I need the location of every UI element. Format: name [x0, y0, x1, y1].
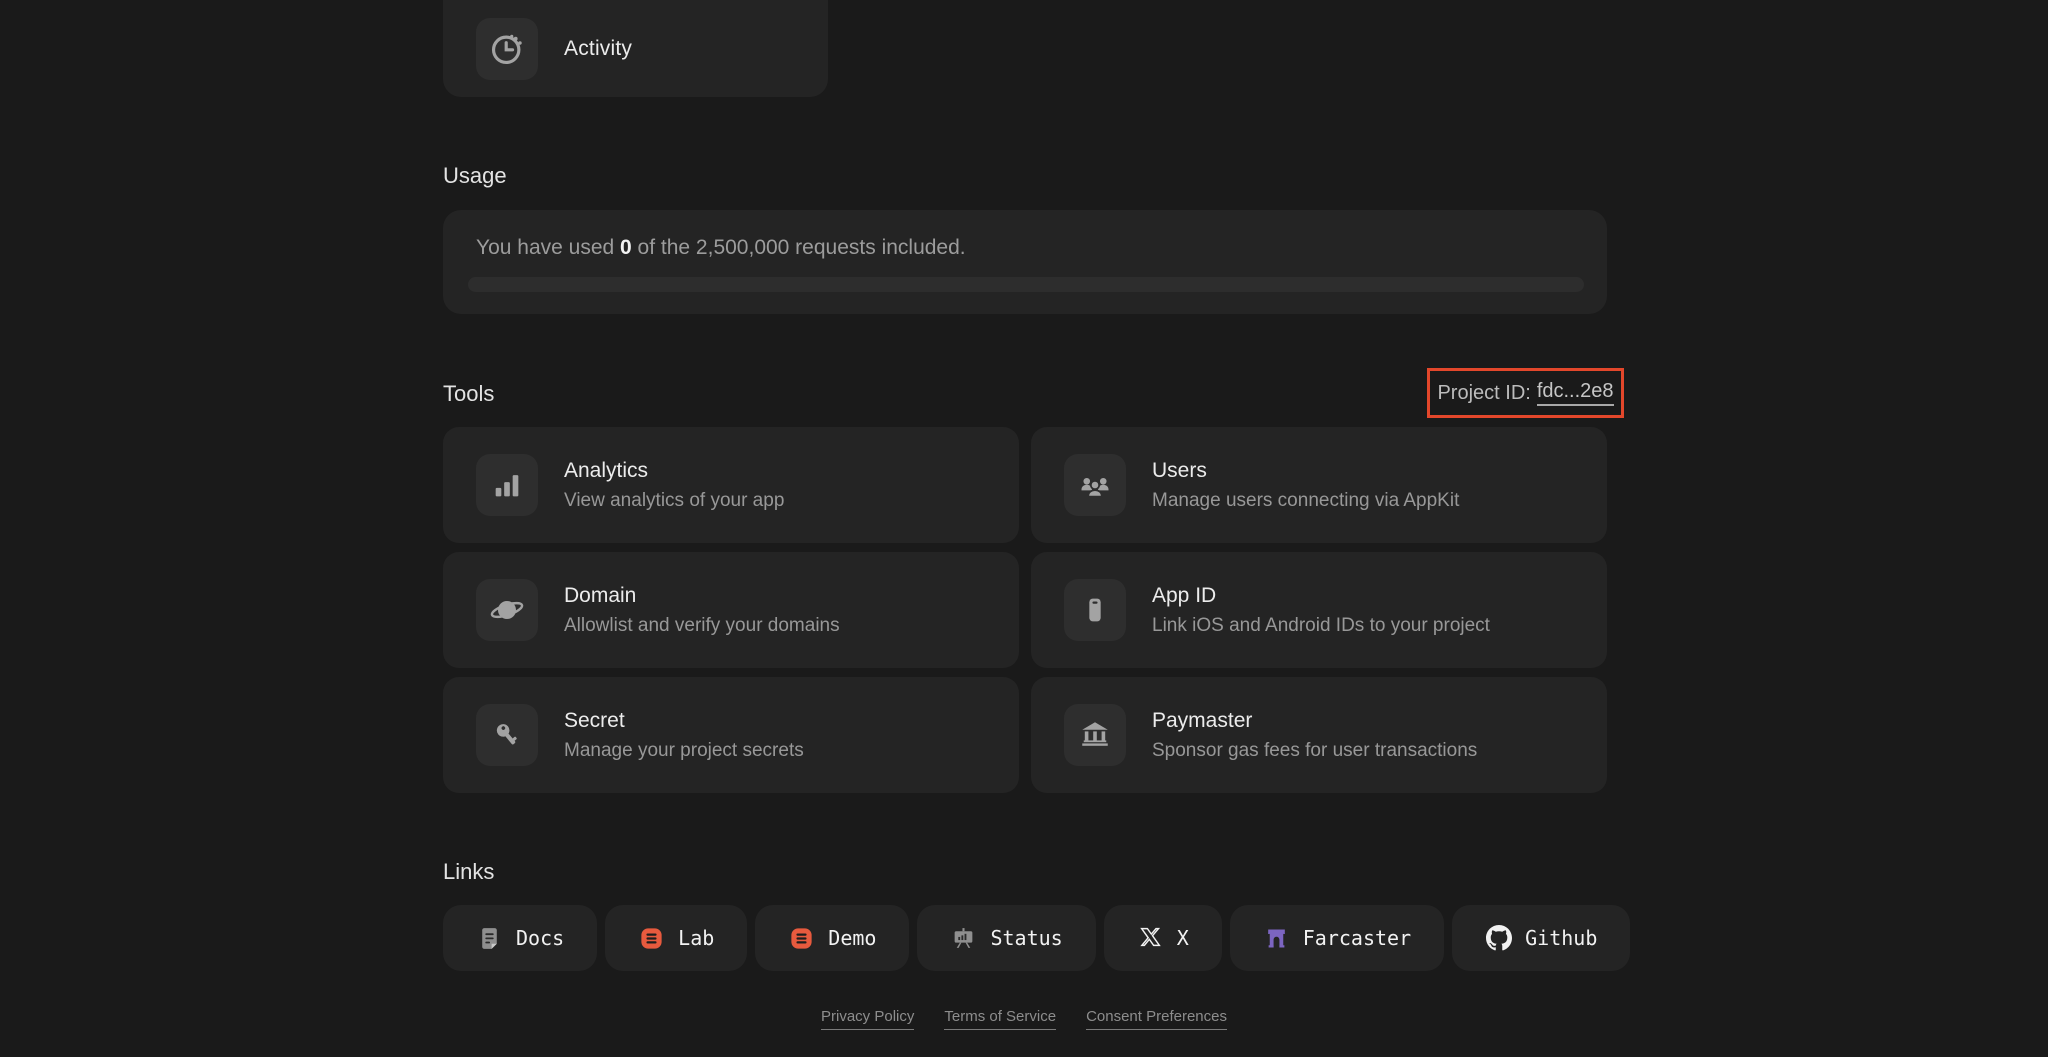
- link-button-github[interactable]: Github: [1452, 905, 1631, 971]
- tool-title: Domain: [564, 583, 637, 607]
- activity-icon-tile: [476, 18, 538, 80]
- tool-card-paymaster[interactable]: Paymaster Sponsor gas fees for user tran…: [1031, 677, 1607, 793]
- tool-card-secret[interactable]: Secret Manage your project secrets: [443, 677, 1019, 793]
- tool-description: View analytics of your app: [564, 489, 785, 511]
- mobile-phone-icon: [1064, 579, 1126, 641]
- tool-title: Paymaster: [1152, 708, 1253, 732]
- link-label: X: [1176, 926, 1189, 950]
- tool-card-domain[interactable]: Domain Allowlist and verify your domains: [443, 552, 1019, 668]
- tool-title: App ID: [1152, 583, 1217, 607]
- link-button-lab[interactable]: Lab: [605, 905, 748, 971]
- links-heading: Links: [443, 859, 495, 884]
- dashboard-page: Activity Usage You have used 0 of the 2,…: [0, 0, 2048, 1057]
- footer-link-terms-of-service[interactable]: Terms of Service: [944, 1008, 1057, 1030]
- tools-grid: Analytics View analytics of your app Use…: [443, 427, 1607, 793]
- key-icon: [476, 704, 538, 766]
- tool-card-analytics[interactable]: Analytics View analytics of your app: [443, 427, 1019, 543]
- link-label: Docs: [516, 926, 565, 950]
- link-button-status[interactable]: Status: [917, 905, 1096, 971]
- farcaster-arch-icon: [1263, 925, 1290, 952]
- docs-document-icon: [476, 925, 503, 952]
- github-octocat-icon: [1485, 925, 1512, 952]
- activity-card[interactable]: Activity: [443, 0, 828, 97]
- link-button-x[interactable]: X: [1103, 905, 1222, 971]
- usage-text: You have used 0 of the 2,500,000 request…: [476, 236, 966, 259]
- activity-clock-icon: [488, 30, 526, 68]
- tool-description: Allowlist and verify your domains: [564, 614, 840, 636]
- users-group-icon: [1064, 454, 1126, 516]
- link-label: Demo: [828, 926, 877, 950]
- project-id-value[interactable]: fdc...2e8: [1536, 380, 1614, 406]
- demo-orange-list-icon: [788, 925, 815, 952]
- x-logo-icon: [1137, 925, 1164, 952]
- usage-progress-bar: [468, 277, 1584, 292]
- link-label: Lab: [678, 926, 715, 950]
- link-label: Github: [1525, 926, 1598, 950]
- tool-description: Manage your project secrets: [564, 739, 804, 761]
- tool-card-users[interactable]: Users Manage users connecting via AppKit: [1031, 427, 1607, 543]
- link-button-docs[interactable]: Docs: [443, 905, 598, 971]
- tool-description: Link iOS and Android IDs to your project: [1152, 614, 1490, 636]
- link-label: Status: [990, 926, 1063, 950]
- tool-title: Secret: [564, 708, 625, 732]
- tool-title: Analytics: [564, 458, 649, 482]
- footer: Privacy Policy Terms of Service Consent …: [0, 1008, 2048, 1030]
- link-button-farcaster[interactable]: Farcaster: [1229, 905, 1445, 971]
- project-id-annotation-box: Project ID: fdc...2e8: [1427, 368, 1624, 418]
- project-id-label: Project ID:: [1437, 381, 1531, 404]
- tool-card-app-id[interactable]: App ID Link iOS and Android IDs to your …: [1031, 552, 1607, 668]
- links-row: Docs Lab Demo Status X Farcaster Github: [443, 905, 1631, 971]
- footer-link-consent-preferences[interactable]: Consent Preferences: [1086, 1008, 1227, 1030]
- link-button-demo[interactable]: Demo: [755, 905, 910, 971]
- lab-orange-list-icon: [638, 925, 665, 952]
- usage-card: You have used 0 of the 2,500,000 request…: [443, 210, 1607, 314]
- usage-used-count: 0: [620, 236, 632, 259]
- activity-label: Activity: [564, 37, 633, 60]
- bank-icon: [1064, 704, 1126, 766]
- tool-description: Manage users connecting via AppKit: [1152, 489, 1460, 511]
- bar-chart-icon: [476, 454, 538, 516]
- usage-heading: Usage: [443, 163, 507, 188]
- tool-description: Sponsor gas fees for user transactions: [1152, 739, 1478, 761]
- link-label: Farcaster: [1302, 926, 1412, 950]
- footer-link-privacy-policy[interactable]: Privacy Policy: [821, 1008, 915, 1030]
- planet-icon: [476, 579, 538, 641]
- tool-title: Users: [1152, 458, 1207, 482]
- status-board-icon: [950, 925, 977, 952]
- tools-heading: Tools: [443, 381, 495, 406]
